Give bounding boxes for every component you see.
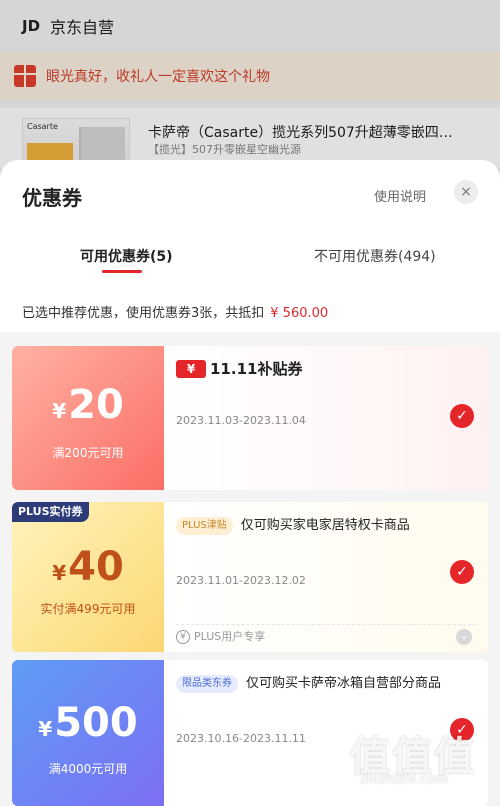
coupon-amount: ¥20 [12, 382, 164, 428]
coupon-description: PLUS津贴 仅可购买家电家居特权卡商品 [176, 514, 472, 538]
tab-available-coupons[interactable]: 可用优惠券(5) [80, 246, 173, 266]
coupon-date: 2023.11.03-2023.11.04 [176, 414, 306, 427]
coupon-ribbon: PLUS实付券 [12, 502, 89, 522]
coupon-amount: ¥500 [12, 700, 164, 746]
watermark-url: zhizhizhi.com [360, 772, 448, 787]
coupon-condition: 满4000元可用 [48, 762, 128, 776]
coupon-value-panel: PLUS实付券 ¥40 实付满499元可用 [12, 502, 164, 652]
coupon-title: ¥ 11.11补贴券 [176, 358, 302, 379]
coupon-condition: 满200元可用 [52, 446, 124, 460]
discount-amount: ¥ 560.00 [270, 306, 329, 321]
coupon-value-panel: ¥20 满200元可用 [12, 346, 164, 490]
coupon-condition: 实付满499元可用 [40, 602, 136, 616]
coupon-info-panel: ¥ 11.11补贴券 2023.11.03-2023.11.04 ✓ [164, 346, 488, 490]
coupon-footer-text: PLUS用户专享 [194, 630, 266, 643]
coupon-description: 限品类东券 仅可购买卡萨帝冰箱自营部分商品 [176, 672, 472, 696]
coupon-description-text: 仅可购买卡萨帝冰箱自营部分商品 [246, 676, 442, 691]
coupon-sheet: 优惠券 使用说明 × 可用优惠券(5) 不可用优惠券(494) 已选中推荐优惠，… [0, 160, 500, 806]
coupon-card[interactable]: ¥20 满200元可用 ¥ 11.11补贴券 2023.11.03-2023.1… [12, 346, 488, 490]
coupon-tag: 限品类东券 [176, 674, 238, 693]
coupon-amount-value: 500 [54, 700, 138, 746]
coupon-card[interactable]: PLUS实付券 ¥40 实付满499元可用 PLUS津贴 仅可购买家电家居特权卡商… [12, 502, 488, 652]
coupon-date: 2023.11.01-2023.12.02 [176, 574, 306, 587]
check-icon[interactable]: ✓ [450, 560, 474, 584]
coupon-date: 2023.10.16-2023.11.11 [176, 732, 306, 745]
coupon-footer[interactable]: ¥ PLUS用户专享 ⌄ [176, 624, 476, 645]
active-tab-indicator [102, 270, 142, 273]
watermark: 值值值 zhizhizhi.com [350, 724, 490, 790]
coupon-amount-value: 40 [68, 544, 124, 590]
discount-summary-text: 已选中推荐优惠，使用优惠券3张，共抵扣 [22, 306, 265, 321]
currency-symbol: ¥ [52, 399, 67, 423]
coupon-amount: ¥40 [12, 544, 164, 590]
coupon-amount-value: 20 [68, 382, 124, 428]
close-icon[interactable]: × [454, 180, 478, 204]
currency-symbol: ¥ [38, 717, 53, 741]
currency-symbol: ¥ [52, 561, 67, 585]
usage-help-link[interactable]: 使用说明 [374, 186, 426, 205]
coupon-description-text: 仅可购买家电家居特权卡商品 [240, 518, 410, 533]
check-icon[interactable]: ✓ [450, 404, 474, 428]
discount-summary: 已选中推荐优惠，使用优惠券3张，共抵扣 ¥ 560.00 [22, 302, 328, 321]
tab-unavailable-coupons[interactable]: 不可用优惠券(494) [314, 246, 436, 266]
chevron-down-icon[interactable]: ⌄ [456, 629, 472, 645]
coupon-title-text: 11.11补贴券 [210, 360, 303, 378]
coupon-tag: PLUS津贴 [176, 516, 233, 535]
sheet-title: 优惠券 [22, 186, 82, 210]
yen-circle-icon: ¥ [176, 630, 190, 644]
coupon-value-panel: ¥500 满4000元可用 [12, 660, 164, 806]
coupon-info-panel: PLUS津贴 仅可购买家电家居特权卡商品 2023.11.01-2023.12.0… [164, 502, 488, 652]
yen-badge-icon: ¥ [176, 359, 206, 378]
